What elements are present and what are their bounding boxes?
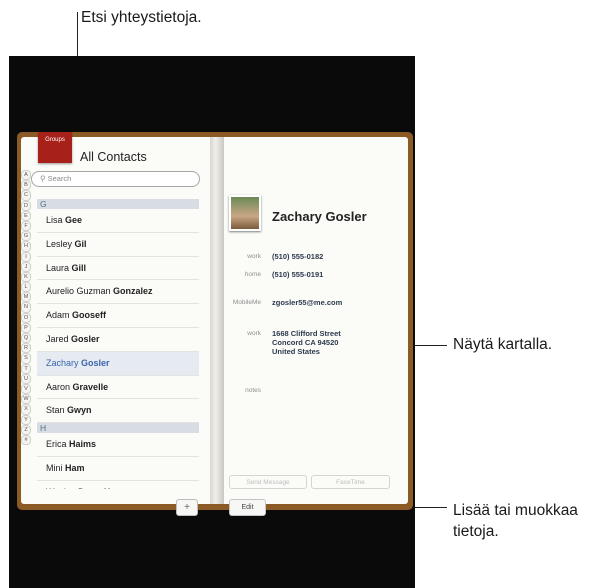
- index-letter[interactable]: V: [21, 383, 31, 395]
- list-item[interactable]: Aurelio Guzman Gonzalez: [37, 280, 199, 305]
- index-letter[interactable]: C: [21, 190, 31, 201]
- contact-first-name: Mini: [46, 462, 63, 473]
- index-letter[interactable]: I: [21, 251, 31, 262]
- contact-first-name: Adam: [46, 310, 70, 321]
- contact-name: Zachary Gosler: [272, 209, 367, 224]
- index-letter[interactable]: H: [21, 241, 31, 252]
- index-letter[interactable]: Z: [21, 424, 31, 435]
- contact-last-name: Gonzalez: [113, 286, 153, 297]
- contact-last-name: Ham: [65, 462, 85, 473]
- index-letter[interactable]: E: [21, 210, 31, 221]
- list-item[interactable]: Adam Gooseff: [37, 304, 199, 328]
- contact-first-name: Wesley Bryan: [46, 487, 101, 489]
- index-letter[interactable]: M: [21, 292, 31, 303]
- home-phone-label: home: [244, 271, 261, 278]
- index-letter[interactable]: L: [21, 282, 31, 293]
- email-value[interactable]: zgosler55@me.com: [272, 298, 342, 307]
- index-letter[interactable]: U: [21, 373, 31, 384]
- map-callout: Näytä kartalla.: [453, 336, 553, 353]
- contact-first-name: Zachary: [46, 357, 79, 368]
- index-letter[interactable]: Y: [21, 414, 31, 425]
- contact-last-name: Gosler: [81, 357, 110, 368]
- work-phone-label: work: [247, 253, 261, 260]
- index-letter[interactable]: O: [21, 312, 31, 323]
- section-header: H: [37, 423, 199, 434]
- book-spine: [210, 137, 224, 504]
- index-letter[interactable]: J: [21, 261, 31, 272]
- index-letter[interactable]: R: [21, 343, 31, 354]
- contact-first-name: Aaron: [46, 381, 71, 392]
- edit-callout-line2: tietoja.: [453, 523, 499, 540]
- search-icon: ⚲: [40, 174, 46, 183]
- contact-first-name: Laura: [46, 262, 70, 273]
- address-line1: 1668 Clifford Street: [272, 329, 341, 338]
- list-item[interactable]: Aaron Gravelle: [37, 376, 199, 400]
- right-page: [217, 137, 408, 504]
- index-letter[interactable]: W: [21, 394, 31, 405]
- alphabet-index[interactable]: A B C D E F G H I J K L M N O P Q R S T U V W X Y Z #: [21, 170, 31, 446]
- contact-last-name: Gosler: [71, 333, 100, 344]
- list-item[interactable]: Mini Ham: [37, 457, 199, 481]
- address-line3: United States: [272, 347, 320, 356]
- list-item[interactable]: Zachary Gosler: [37, 351, 199, 376]
- contact-first-name: Jared: [46, 333, 69, 344]
- search-input[interactable]: ⚲ Search: [31, 171, 200, 187]
- facetime-button[interactable]: FaceTime: [311, 475, 390, 489]
- index-letter[interactable]: F: [21, 220, 31, 232]
- groups-button[interactable]: Groups: [38, 132, 72, 163]
- index-letter[interactable]: N: [21, 302, 31, 313]
- contact-first-name: Erica: [46, 439, 67, 450]
- address-label: work: [247, 330, 261, 337]
- list-item[interactable]: Lesley Gil: [37, 233, 199, 257]
- contact-last-name: Gooseff: [72, 310, 107, 321]
- contact-last-name: Gee: [65, 215, 83, 225]
- index-letter[interactable]: B: [21, 180, 31, 191]
- search-callout: Etsi yhteystietoja.: [81, 9, 202, 26]
- contact-first-name: Stan: [46, 405, 65, 416]
- list-item[interactable]: Lisa Gee: [37, 209, 199, 233]
- section-header: G: [37, 199, 199, 209]
- index-letter[interactable]: X: [21, 404, 31, 415]
- index-letter[interactable]: #: [21, 434, 31, 446]
- contact-first-name: Lesley: [46, 238, 73, 249]
- index-letter[interactable]: Q: [21, 333, 31, 344]
- work-phone-value[interactable]: (510) 555-0182: [272, 252, 323, 261]
- index-letter[interactable]: D: [21, 200, 31, 211]
- list-item[interactable]: Wesley Bryan Hamm: [37, 481, 199, 489]
- add-contact-button[interactable]: +: [176, 499, 198, 516]
- list-item[interactable]: Jared Gosler: [37, 328, 199, 352]
- contact-first-name: Aurelio Guzman: [46, 286, 111, 297]
- contact-first-name: Lisa: [46, 215, 63, 225]
- index-letter[interactable]: S: [21, 353, 31, 364]
- contact-last-name: Gwyn: [67, 405, 92, 416]
- contact-last-name: Hamm: [104, 487, 132, 489]
- edit-button[interactable]: Edit: [229, 499, 266, 516]
- contact-last-name: Gil: [74, 238, 87, 249]
- contact-last-name: Haims: [69, 439, 97, 450]
- search-placeholder: Search: [47, 174, 72, 183]
- home-phone-value[interactable]: (510) 555-0191: [272, 270, 323, 279]
- list-item[interactable]: Erica Haims: [37, 433, 199, 457]
- address-value[interactable]: 1668 Clifford Street Concord CA 94520 Un…: [272, 329, 341, 356]
- index-letter[interactable]: A: [21, 170, 31, 181]
- index-letter[interactable]: P: [21, 322, 31, 333]
- index-letter[interactable]: G: [21, 231, 31, 242]
- edit-callout: Lisää tai muokkaa tietoja.: [453, 500, 578, 542]
- contact-last-name: Gravelle: [72, 381, 109, 392]
- list-item[interactable]: Stan Gwyn: [37, 399, 199, 424]
- send-message-button[interactable]: Send Message: [229, 475, 307, 489]
- edit-callout-line1: Lisää tai muokkaa: [453, 502, 578, 519]
- page-title: All Contacts: [80, 150, 147, 164]
- contact-last-name: Gill: [71, 262, 87, 273]
- address-line2: Concord CA 94520: [272, 338, 339, 347]
- email-label: MobileMe: [232, 299, 261, 306]
- contacts-list[interactable]: G Lisa Gee Lesley Gil Laura Gill Aurelio Guz…: [37, 199, 199, 489]
- avatar: [229, 195, 261, 231]
- list-item[interactable]: Laura Gill: [37, 257, 199, 281]
- index-letter[interactable]: K: [21, 271, 31, 283]
- notes-label: notes: [245, 387, 261, 394]
- index-letter[interactable]: T: [21, 363, 31, 374]
